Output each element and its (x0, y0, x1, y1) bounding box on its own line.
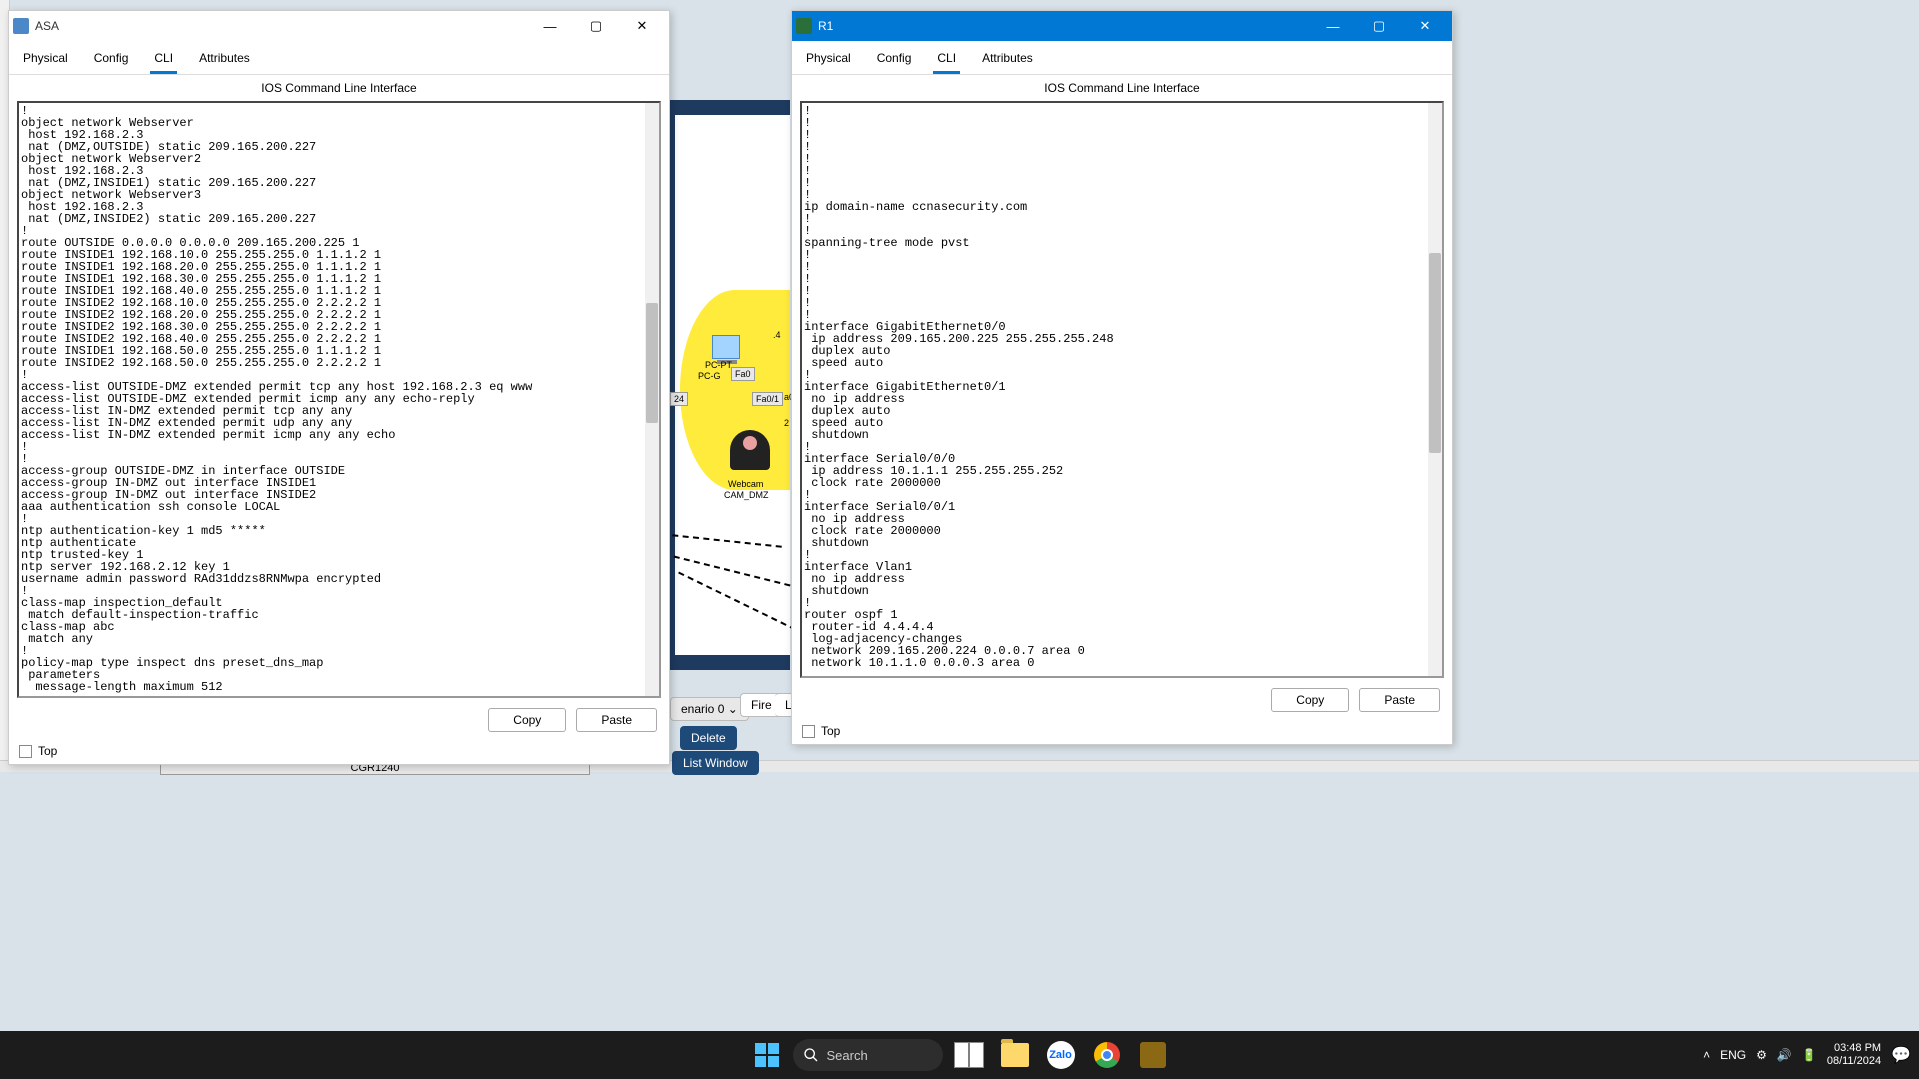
taskbar: Search Zalo ˄ ENG ⚙ 🔊 🔋 03:48 PM 08/11/2… (0, 1031, 1919, 1079)
asa-footer: Top (9, 738, 669, 764)
r1-tabs: Physical Config CLI Attributes (792, 41, 1452, 75)
zalo-icon: Zalo (1047, 1041, 1075, 1069)
top-checkbox[interactable] (802, 725, 815, 738)
r1-window: R1 — ▢ ✕ Physical Config CLI Attributes … (791, 10, 1453, 745)
r1-button-row: Copy Paste (792, 682, 1452, 718)
copy-button[interactable]: Copy (1271, 688, 1349, 712)
packettracer-icon (1140, 1042, 1166, 1068)
book-icon (954, 1042, 984, 1068)
tab-cli[interactable]: CLI (150, 47, 177, 74)
taskbar-right: ˄ ENG ⚙ 🔊 🔋 03:48 PM 08/11/2024 💬 (1703, 1042, 1911, 1068)
label-pc-g: PC-G (698, 371, 721, 381)
label-pc-pt: PC-PT (705, 360, 732, 370)
close-button[interactable]: ✕ (619, 11, 665, 41)
taskbar-chrome[interactable] (1087, 1035, 1127, 1075)
maximize-button[interactable]: ▢ (1356, 11, 1402, 41)
list-window-button[interactable]: List Window (672, 751, 759, 775)
tab-cli[interactable]: CLI (933, 47, 960, 74)
search-box[interactable]: Search (793, 1039, 943, 1071)
pc-icon[interactable] (712, 335, 740, 359)
asa-title: ASA (35, 19, 59, 33)
label-24: 24 (670, 392, 688, 406)
delete-button[interactable]: Delete (680, 726, 737, 750)
maximize-button[interactable]: ▢ (573, 11, 619, 41)
tab-config[interactable]: Config (873, 47, 916, 74)
tray-chevron-icon[interactable]: ˄ (1703, 1048, 1710, 1062)
r1-scroll-thumb[interactable] (1429, 253, 1441, 453)
r1-scrollbar[interactable] (1428, 103, 1442, 676)
top-label: Top (38, 744, 57, 758)
asa-titlebar[interactable]: ASA — ▢ ✕ (9, 11, 669, 41)
top-label: Top (821, 724, 840, 738)
windows-icon (755, 1043, 779, 1067)
start-button[interactable] (747, 1035, 787, 1075)
r1-cli-text[interactable]: ! ! ! ! ! ! ! ! ip domain-name ccnasecur… (802, 103, 1442, 671)
scenario-label: enario 0 (681, 702, 724, 716)
label-cam-dmz: CAM_DMZ (724, 490, 769, 500)
label-2: 2 (784, 418, 789, 428)
r1-titlebar[interactable]: R1 — ▢ ✕ (792, 11, 1452, 41)
app-icon (796, 18, 812, 34)
tab-attributes[interactable]: Attributes (978, 47, 1037, 74)
wifi-icon[interactable]: ⚙ (1756, 1048, 1767, 1062)
chrome-icon (1094, 1042, 1120, 1068)
minimize-button[interactable]: — (527, 11, 573, 41)
tab-physical[interactable]: Physical (802, 47, 855, 74)
r1-cli-box[interactable]: ! ! ! ! ! ! ! ! ip domain-name ccnasecur… (800, 101, 1444, 678)
label-webcam: Webcam (728, 479, 763, 489)
volume-icon[interactable]: 🔊 (1777, 1048, 1792, 1062)
asa-button-row: Copy Paste (9, 702, 669, 738)
label-fa01: Fa0/1 (752, 392, 783, 406)
asa-cli-box[interactable]: ! object network Webserver host 192.168.… (17, 101, 661, 698)
paste-button[interactable]: Paste (1359, 688, 1440, 712)
date: 08/11/2024 (1827, 1055, 1881, 1068)
asa-scrollbar[interactable] (645, 103, 659, 696)
minimize-button[interactable]: — (1310, 11, 1356, 41)
label-fa0: Fa0 (731, 367, 755, 381)
close-button[interactable]: ✕ (1402, 11, 1448, 41)
asa-scroll-thumb[interactable] (646, 303, 658, 423)
asa-window: ASA — ▢ ✕ Physical Config CLI Attributes… (8, 10, 670, 765)
time: 03:48 PM (1827, 1042, 1881, 1055)
tab-attributes[interactable]: Attributes (195, 47, 254, 74)
search-icon (803, 1047, 819, 1063)
scenario-dropdown[interactable]: enario 0 ⌄ (670, 697, 749, 721)
r1-title: R1 (818, 19, 833, 33)
asa-tabs: Physical Config CLI Attributes (9, 41, 669, 75)
taskbar-zalo[interactable]: Zalo (1041, 1035, 1081, 1075)
notifications-icon[interactable]: 💬 (1891, 1045, 1911, 1065)
paste-button[interactable]: Paste (576, 708, 657, 732)
tab-config[interactable]: Config (90, 47, 133, 74)
taskbar-explorer[interactable] (995, 1035, 1035, 1075)
webcam-lens (743, 436, 757, 450)
taskbar-center: Search Zalo (747, 1035, 1173, 1075)
asa-subtitle: IOS Command Line Interface (9, 75, 669, 101)
search-placeholder: Search (827, 1048, 868, 1063)
clock[interactable]: 03:48 PM 08/11/2024 (1827, 1042, 1881, 1068)
copy-button[interactable]: Copy (488, 708, 566, 732)
r1-subtitle: IOS Command Line Interface (792, 75, 1452, 101)
taskbar-packettracer[interactable] (1133, 1035, 1173, 1075)
taskbar-book[interactable] (949, 1035, 989, 1075)
battery-icon[interactable]: 🔋 (1802, 1048, 1817, 1062)
chevron-down-icon: ⌄ (728, 702, 738, 716)
tab-physical[interactable]: Physical (19, 47, 72, 74)
label-dot4: .4 (773, 330, 781, 340)
language-indicator[interactable]: ENG (1720, 1048, 1746, 1062)
top-checkbox[interactable] (19, 745, 32, 758)
r1-footer: Top (792, 718, 1452, 744)
app-icon (13, 18, 29, 34)
asa-cli-text[interactable]: ! object network Webserver host 192.168.… (19, 103, 659, 695)
folder-icon (1001, 1043, 1029, 1067)
